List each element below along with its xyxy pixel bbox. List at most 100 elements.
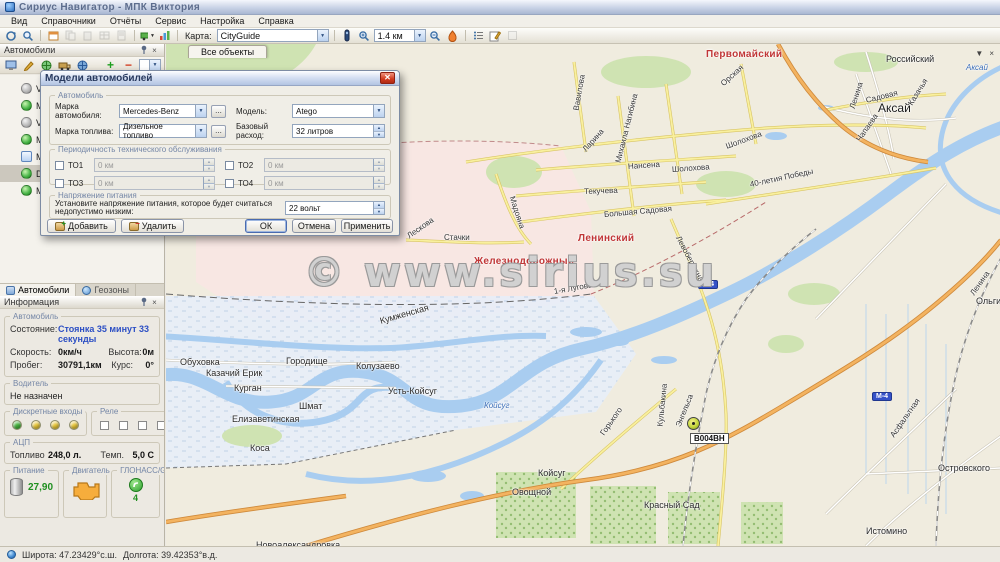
discrete-input-led (12, 420, 22, 430)
delete-button[interactable]: Удалить (121, 219, 184, 233)
truck-filter-icon[interactable]: ▼ (140, 29, 155, 42)
close-icon[interactable]: × (989, 49, 994, 58)
track-marker-icon[interactable] (340, 29, 355, 42)
voltage-spinner[interactable]: 22 вольт▲▼ (285, 201, 385, 215)
brand-combo[interactable]: Mercedes-Benz▼ (119, 104, 207, 118)
map-provider-combo[interactable]: CityGuide ▼ (217, 29, 329, 42)
vehicle-status-icon (21, 151, 32, 162)
fuel-browse-button[interactable]: ... (211, 125, 226, 138)
relay-checkbox[interactable] (157, 421, 164, 430)
scale-value: 1.4 км (378, 31, 403, 41)
refresh-icon[interactable] (3, 29, 18, 42)
relay-checkbox[interactable] (119, 421, 128, 430)
group-caption: Питание (10, 466, 48, 475)
zoom-in-icon[interactable] (357, 29, 372, 42)
report-icon (114, 29, 129, 42)
menu-item-0[interactable]: Вид (4, 16, 34, 26)
to-checkbox[interactable] (55, 161, 64, 170)
app-icon (5, 2, 15, 12)
tab-all-objects[interactable]: Все объекты (188, 45, 267, 58)
course-label: Курс: (111, 360, 145, 370)
apply-button[interactable]: Применить (341, 219, 393, 233)
main-toolbar: ▼ Карта: CityGuide ▼ 1.4 км ▼ (0, 28, 1000, 44)
follow-vehicle-icon[interactable] (445, 29, 460, 42)
menu-item-2[interactable]: Отчёты (103, 16, 148, 26)
chart-icon[interactable] (157, 29, 172, 42)
scale-combo[interactable]: 1.4 км ▼ (374, 29, 426, 42)
bottom-tabs: Автомобили Геозоны (0, 283, 164, 296)
group-caption: Реле (97, 407, 121, 416)
zoom-out-icon[interactable] (428, 29, 443, 42)
discrete-inputs-group: Дискретные входы (4, 411, 87, 436)
group-caption: Периодичность технического обслуживания (55, 145, 225, 154)
app-window: Сириус Навигатор - МПК Виктория ВидСправ… (0, 0, 1000, 562)
vehicle-status-icon (21, 168, 32, 179)
chevron-down-icon: ▼ (150, 33, 155, 39)
pin-icon[interactable] (138, 297, 149, 308)
to-interval-field: 0 км▲▼ (264, 176, 385, 190)
ok-button[interactable]: ОК (245, 219, 287, 233)
relay-checkbox[interactable] (138, 421, 147, 430)
to-checkbox[interactable] (225, 161, 234, 170)
close-icon[interactable]: ✕ (380, 72, 395, 84)
chevron-down-icon[interactable]: ▼ (195, 125, 206, 137)
window-title: Сириус Навигатор - МПК Виктория (19, 2, 200, 13)
relay-checkbox[interactable] (100, 421, 109, 430)
legend-icon[interactable] (471, 29, 486, 42)
temp-value: 5,0 C (132, 450, 154, 460)
consumption-label: Базовый расход: (236, 122, 288, 140)
menu-item-4[interactable]: Настройка (193, 16, 251, 26)
to-interval-field: 0 км▲▼ (264, 158, 385, 172)
chevron-down-icon[interactable]: ▼ (414, 30, 425, 41)
chevron-down-icon[interactable]: ▼ (975, 49, 983, 58)
monitor-icon[interactable] (3, 59, 18, 72)
model-value: Atego (296, 107, 317, 116)
to-label: ТО2 (238, 161, 260, 170)
to-label: ТО1 (68, 161, 90, 170)
sidebar-title: Автомобили (4, 45, 55, 55)
voltage-hint: Установите напряжение питания, которое б… (55, 200, 281, 217)
voltage-value: 22 вольт (289, 204, 320, 213)
consumption-spinner[interactable]: 32 литров▲▼ (292, 124, 385, 138)
close-icon[interactable]: × (149, 46, 160, 55)
vehicle-marker[interactable] (687, 417, 700, 430)
cancel-button[interactable]: Отмена (292, 219, 336, 233)
vehicle-status-icon (21, 185, 32, 196)
sidebar-header: Автомобили × (0, 44, 164, 57)
chevron-down-icon[interactable]: ▼ (317, 30, 328, 41)
gps-group: ГЛОНАСС/GPS 4 (111, 470, 160, 518)
add-button[interactable]: Добавить (47, 219, 116, 233)
tab-label: Автомобили (18, 285, 69, 295)
model-combo[interactable]: Atego ▼ (292, 104, 385, 118)
discrete-input-led (69, 420, 79, 430)
to-checkbox[interactable] (225, 179, 234, 188)
menu-item-3[interactable]: Сервис (148, 16, 193, 26)
group-caption: Дискретные входы (10, 407, 85, 416)
brand-browse-button[interactable]: ... (211, 105, 226, 118)
fuel-combo[interactable]: Дизельное топливо▼ (119, 124, 207, 138)
search-icon[interactable] (20, 29, 35, 42)
chevron-down-icon[interactable]: ▼ (195, 105, 206, 117)
tab-vehicles[interactable]: Автомобили (0, 284, 76, 296)
chevron-down-icon[interactable]: ▼ (373, 105, 384, 117)
edit-notes-icon[interactable] (488, 29, 503, 42)
edit-icon[interactable] (21, 59, 36, 72)
list-icon (6, 286, 15, 295)
dialog-title-bar[interactable]: Модели автомобилей ✕ (41, 71, 399, 86)
maintenance-row: ТО2 0 км▲▼ (225, 158, 385, 172)
map-provider-value: CityGuide (221, 31, 261, 41)
menu-item-1[interactable]: Справочники (34, 16, 103, 26)
brand-label: Марка автомобиля: (55, 102, 115, 120)
close-icon[interactable]: × (149, 298, 160, 307)
to-label: ТО4 (238, 179, 260, 188)
maintenance-row: ТО1 0 км▲▼ (55, 158, 215, 172)
state-label: Состояние: (10, 324, 58, 334)
driver-group: Водитель Не назначен (4, 383, 160, 405)
speed-value: 0км/ч (58, 347, 102, 357)
calendar-icon[interactable] (46, 29, 61, 42)
menu-item-5[interactable]: Справка (251, 16, 300, 26)
altitude-label: Высота: (108, 347, 142, 357)
to-checkbox[interactable] (55, 179, 64, 188)
tab-geozones[interactable]: Геозоны (76, 284, 136, 296)
pin-icon[interactable] (138, 45, 149, 56)
